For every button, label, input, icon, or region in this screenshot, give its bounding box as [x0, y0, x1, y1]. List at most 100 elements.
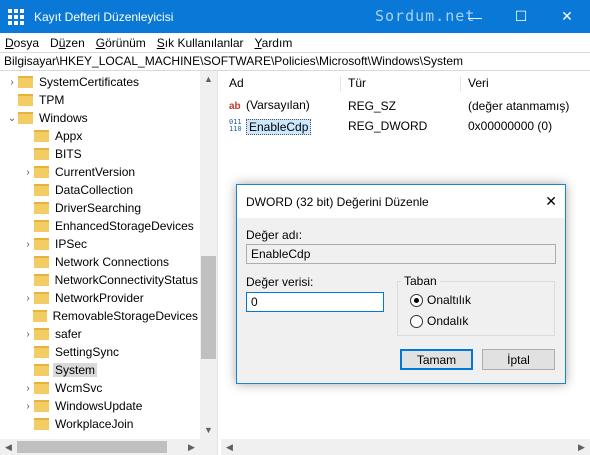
expand-chevron-icon[interactable]: › [22, 167, 34, 178]
scroll-thumb[interactable] [201, 256, 216, 359]
menu-item-sık-kullanılanlar[interactable]: Sık Kullanılanlar [157, 36, 244, 50]
expand-chevron-icon[interactable]: ⌄ [6, 113, 18, 124]
tree-item[interactable]: › safer [0, 325, 200, 343]
folder-icon [34, 346, 49, 358]
value-type-cell: REG_DWORD [348, 119, 428, 133]
tree-item[interactable]: Network Connections [0, 253, 200, 271]
tree-item[interactable]: DataCollection [0, 181, 200, 199]
menu-item-yardım[interactable]: Yardım [255, 36, 293, 50]
regedit-app-icon [8, 8, 24, 25]
menu-item-dosya[interactable]: Dosya [5, 36, 39, 50]
tree-item-label: System [53, 363, 98, 377]
folder-icon [34, 202, 49, 214]
tree-item[interactable]: EnhancedStorageDevices [0, 217, 200, 235]
folder-icon [34, 292, 49, 304]
dialog-close-icon[interactable]: ✕ [545, 193, 557, 210]
base-group-label: Taban [401, 274, 440, 288]
radio-hexadecimal[interactable]: Onaltılık [410, 293, 471, 307]
tree-item-label: NetworkConnectivityStatus [54, 273, 198, 287]
folder-icon [34, 256, 49, 268]
dialog-title: DWORD (32 bit) Değerini Düzenle [246, 194, 429, 209]
value-data-input[interactable]: 0 [246, 292, 384, 312]
list-horizontal-scrollbar[interactable]: ◀ ▶ [221, 439, 590, 455]
scroll-left-arrow-icon[interactable]: ◀ [221, 439, 238, 455]
tree-item[interactable]: SettingSync [0, 343, 200, 361]
tree-item-label: SystemCertificates [39, 75, 140, 89]
value-data-cell: (değer atanmamış) [468, 99, 570, 113]
column-header-name[interactable]: Ad [229, 76, 341, 92]
tree-item[interactable]: NetworkConnectivityStatus [0, 271, 200, 289]
tree-item[interactable]: RemovableStorageDevices [0, 307, 200, 325]
tree-item-label: WindowsUpdate [55, 399, 143, 413]
tree-item-label: WorkplaceJoin [55, 417, 134, 431]
tree-item-label: SettingSync [55, 345, 120, 359]
tree-item[interactable]: ⌄ Windows [0, 109, 200, 127]
folder-icon [34, 184, 49, 196]
scroll-left-arrow-icon[interactable]: ◀ [0, 439, 17, 455]
expand-chevron-icon[interactable]: › [6, 77, 18, 88]
tree-vertical-scrollbar[interactable]: ▲ ▼ [200, 71, 217, 439]
list-row[interactable]: ab (Varsayılan) REG_SZ (değer atanmamış) [221, 97, 590, 115]
tree-item[interactable]: Appx [0, 127, 200, 145]
tree-item-label: DataCollection [55, 183, 134, 197]
scroll-right-arrow-icon[interactable]: ▶ [183, 439, 200, 455]
dialog-title-bar[interactable]: DWORD (32 bit) Değerini Düzenle ✕ [237, 185, 565, 218]
list-row[interactable]: 011 110 EnableCdp REG_DWORD 0x00000000 (0) [221, 117, 590, 135]
tree-item[interactable]: › CurrentVersion [0, 163, 200, 181]
column-header-data[interactable]: Veri [468, 76, 586, 92]
maximize-button[interactable]: ☐ [498, 0, 544, 33]
expand-chevron-icon[interactable]: › [22, 293, 34, 304]
tree-item-label: CurrentVersion [55, 165, 136, 179]
menu-item-görünüm[interactable]: Görünüm [96, 36, 146, 50]
tree-horizontal-scrollbar[interactable]: ◀ ▶ [0, 439, 217, 455]
expand-chevron-icon[interactable]: › [22, 239, 34, 250]
folder-icon [34, 328, 49, 340]
column-header-type[interactable]: Tür [348, 76, 461, 92]
minimize-button[interactable]: — [452, 0, 498, 33]
value-name-cell: 011 110 EnableCdp [229, 117, 312, 135]
expand-chevron-icon[interactable]: › [22, 329, 34, 340]
tree-item[interactable]: DriverSearching [0, 199, 200, 217]
tree-item-label: IPSec [55, 237, 88, 251]
tree-item-label: Network Connections [55, 255, 170, 269]
cancel-button[interactable]: İptal [482, 349, 555, 370]
value-name-label: Değer adı: [246, 228, 303, 242]
folder-icon [34, 130, 49, 142]
tree-item[interactable]: › NetworkProvider [0, 289, 200, 307]
tree-item[interactable]: TPM [0, 91, 200, 109]
folder-icon [18, 76, 33, 88]
tree-item-label: EnhancedStorageDevices [55, 219, 194, 233]
folder-icon [34, 382, 49, 394]
value-data-cell: 0x00000000 (0) [468, 119, 553, 133]
scroll-thumb[interactable] [17, 441, 167, 453]
scroll-right-arrow-icon[interactable]: ▶ [573, 439, 590, 455]
tree-item[interactable]: System [0, 361, 200, 379]
tree-item-label: WcmSvc [55, 381, 103, 395]
value-name-cell: ab (Varsayılan) [229, 98, 310, 112]
tree-item[interactable]: BITS [0, 145, 200, 163]
tree-item[interactable]: › SystemCertificates [0, 73, 200, 91]
tree-item[interactable]: › WcmSvc [0, 379, 200, 397]
tree-item[interactable]: WorkplaceJoin [0, 415, 200, 433]
binary-value-icon: 011 110 [229, 117, 242, 133]
menu-item-düzen[interactable]: Düzen [50, 36, 85, 50]
close-button[interactable]: ✕ [544, 0, 590, 33]
tree-item[interactable]: › IPSec [0, 235, 200, 253]
tree-item-label: Appx [55, 129, 83, 143]
expand-chevron-icon[interactable]: › [22, 401, 34, 412]
folder-icon [34, 400, 49, 412]
address-bar[interactable]: Bilgisayar\HKEY_LOCAL_MACHINE\SOFTWARE\P… [0, 52, 590, 71]
edit-dword-dialog: DWORD (32 bit) Değerini Düzenle ✕ Değer … [236, 184, 566, 384]
ok-button[interactable]: Tamam [400, 349, 473, 370]
tree-item[interactable]: › WindowsUpdate [0, 397, 200, 415]
tree-item-label: TPM [39, 93, 65, 107]
folder-icon [18, 94, 33, 106]
scroll-down-arrow-icon[interactable]: ▼ [200, 422, 217, 439]
scroll-up-arrow-icon[interactable]: ▲ [200, 71, 217, 88]
expand-chevron-icon[interactable]: › [22, 383, 34, 394]
folder-icon [34, 418, 49, 430]
value-name-field: EnableCdp [246, 244, 556, 264]
registry-tree[interactable]: › SystemCertificates TPM ⌄ Windows Appx BITS › C… [0, 71, 217, 439]
tree-item-label: DriverSearching [55, 201, 142, 215]
radio-decimal[interactable]: Ondalık [410, 314, 468, 328]
